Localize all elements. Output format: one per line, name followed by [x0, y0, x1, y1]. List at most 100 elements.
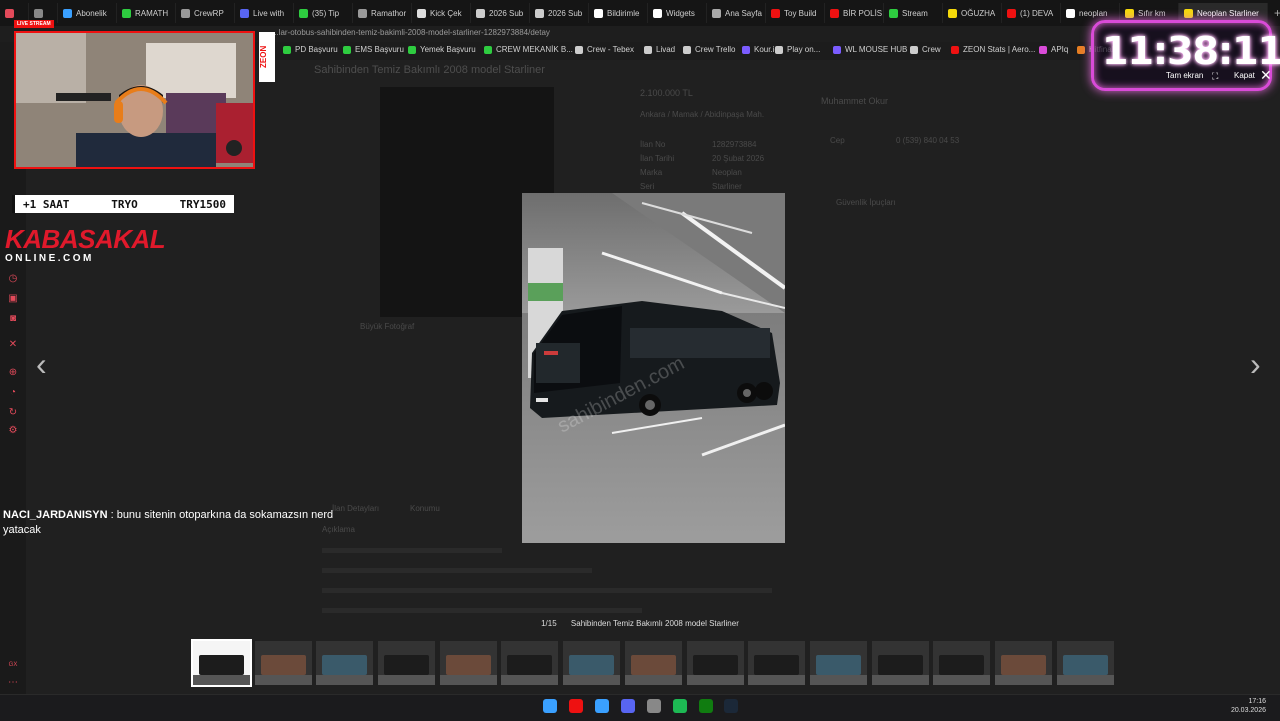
new-tab-button[interactable]: +	[1268, 6, 1280, 20]
browser-tab[interactable]: Abonelik	[58, 3, 117, 23]
app-blue-icon[interactable]	[595, 699, 609, 713]
bookmark-item[interactable]: APIq	[1039, 45, 1068, 54]
discord-icon[interactable]	[621, 699, 635, 713]
add-icon[interactable]: ⊕	[8, 368, 18, 378]
photo-thumbnail[interactable]	[994, 641, 1052, 685]
xbox-icon[interactable]	[699, 699, 713, 713]
spotify-icon[interactable]	[673, 699, 687, 713]
history-icon[interactable]: ◷	[8, 274, 18, 284]
tab-favicon-icon	[830, 8, 839, 18]
photo-thumbnail[interactable]	[809, 641, 867, 685]
bookmark-item[interactable]: Yemek Başvuru	[408, 45, 476, 54]
tab-label: 2026 Sub	[489, 8, 524, 18]
clock-icon[interactable]: ◔	[8, 388, 18, 398]
prev-photo-button[interactable]: ‹	[36, 348, 47, 380]
photo-thumbnail[interactable]	[933, 641, 991, 685]
bookmark-label: Crew	[922, 45, 941, 54]
tab-label: Widgets	[666, 8, 695, 18]
photo-thumbnail[interactable]	[624, 641, 682, 685]
tab-label: Stream	[902, 8, 928, 18]
steam-icon[interactable]	[724, 699, 738, 713]
photo-thumbnail[interactable]	[439, 641, 497, 685]
x-icon[interactable]: ✕	[8, 340, 18, 350]
safety-tips[interactable]: Güvenlik İpuçları	[836, 198, 896, 207]
fullscreen-icon[interactable]: ⛶	[1212, 71, 1218, 82]
fullscreen-button[interactable]: Tam ekran	[1166, 71, 1203, 80]
browser-tab[interactable]: 2026 Sub	[530, 3, 589, 23]
browser-tab[interactable]: (1) DEVA	[1002, 3, 1061, 23]
extensions-icon[interactable]: ↻	[8, 408, 18, 418]
browser-tab[interactable]: Stream	[884, 3, 943, 23]
tab-location[interactable]: Konumu	[410, 504, 440, 513]
browser-tab[interactable]: Toy Build	[766, 3, 825, 23]
bookmark-item[interactable]: Kour.io	[742, 45, 779, 54]
bookmark-item[interactable]: PD Başvuru	[283, 45, 338, 54]
app-grey-icon[interactable]	[647, 699, 661, 713]
gx-icon[interactable]: GX	[8, 660, 18, 670]
bookmark-favicon-icon	[742, 45, 750, 54]
bookmark-item[interactable]: Play on...	[775, 45, 820, 54]
browser-tab[interactable]: RAMATH	[117, 3, 176, 23]
windows-start-icon[interactable]	[543, 699, 557, 713]
settings-icon[interactable]: ⚙	[8, 426, 18, 436]
bookmark-item[interactable]: EMS Başvuru	[343, 45, 404, 54]
photo-counter: 1/15	[541, 619, 557, 628]
url-text[interactable]: ...lar-otobus-sahibinden-temiz-bakimli-2…	[272, 28, 550, 37]
photo-thumbnail[interactable]	[378, 641, 436, 685]
photo-thumbnail[interactable]	[1056, 641, 1114, 685]
more-icon[interactable]: ⋯	[8, 678, 18, 688]
photo-thumbnail[interactable]	[748, 641, 806, 685]
goal-right: TRY1500	[179, 197, 226, 211]
bookmark-item[interactable]: Crew Trello	[683, 45, 735, 54]
bookmark-item[interactable]: CREW MEKANİK B...	[484, 45, 573, 54]
bookmark-item[interactable]: WL MOUSE HUB	[833, 45, 907, 54]
tab-label: Abonelik	[76, 8, 107, 18]
browser-tab[interactable]: Widgets	[648, 3, 707, 23]
tab-favicon-icon	[1184, 8, 1193, 18]
browser-tab[interactable]: OĞUZHA	[943, 3, 1002, 23]
field-value: Starliner	[712, 182, 742, 191]
photo-thumbnail[interactable]	[254, 641, 312, 685]
thumbnail-floor	[439, 675, 497, 685]
bookmark-item[interactable]: Crew	[910, 45, 941, 54]
brand-logo-sub: ONLINE.COM	[5, 253, 94, 264]
browser-tab[interactable]: 2026 Sub	[471, 3, 530, 23]
browser-tab[interactable]: Kick Çek	[412, 3, 471, 23]
browser-tab[interactable]: CrewRP	[176, 3, 235, 23]
photo-thumbnail[interactable]	[686, 641, 744, 685]
browser-tab[interactable]: Ana Sayfa	[707, 3, 766, 23]
photo-thumbnail[interactable]	[563, 641, 621, 685]
timer-close-button[interactable]: Kapat	[1234, 71, 1255, 80]
browser-tab[interactable]: BİR POLİS	[825, 3, 884, 23]
instagram-icon[interactable]: ◙	[8, 314, 18, 324]
system-clock[interactable]: 17:16 20.03.2026	[1231, 697, 1266, 715]
clock-time: 17:16	[1248, 698, 1266, 705]
bookmark-favicon-icon	[1039, 45, 1047, 54]
big-photo-link[interactable]: Büyük Fotoğraf	[360, 322, 414, 331]
tab-favicon-icon	[712, 8, 721, 18]
field-key: İlan Tarihi	[640, 154, 675, 163]
browser-tab[interactable]: Ramathor	[353, 3, 412, 23]
thumbnail-floor	[933, 675, 991, 685]
bookmark-item[interactable]: Livad	[644, 45, 675, 54]
bus-photo: sahibinden.com	[522, 193, 785, 543]
tab-favicon-icon	[5, 8, 14, 18]
browser-tab[interactable]: (35) Tip	[294, 3, 353, 23]
photo-thumbnail[interactable]	[871, 641, 929, 685]
bookmark-item[interactable]: Crew - Tebex	[575, 45, 634, 54]
photo-thumbnail[interactable]	[501, 641, 559, 685]
photo-thumbnail[interactable]	[191, 639, 252, 687]
opera-icon[interactable]	[569, 699, 583, 713]
thumbnail-bus	[815, 655, 861, 675]
next-photo-button[interactable]: ›	[1250, 348, 1261, 380]
messenger-icon[interactable]: ▣	[8, 294, 18, 304]
bookmark-item[interactable]: ZEON Stats | Aero...	[951, 45, 1035, 54]
tab-label: Ramathor	[371, 8, 407, 18]
close-icon[interactable]: ✕	[1260, 67, 1272, 84]
browser-tab[interactable]: Live with	[235, 3, 294, 23]
browser-tab[interactable]: Bildirimle	[589, 3, 648, 23]
photo-thumbnail[interactable]	[316, 641, 374, 685]
bookmark-favicon-icon	[644, 45, 652, 54]
thumbnail-floor	[563, 675, 621, 685]
thumbnail-floor	[378, 675, 436, 685]
